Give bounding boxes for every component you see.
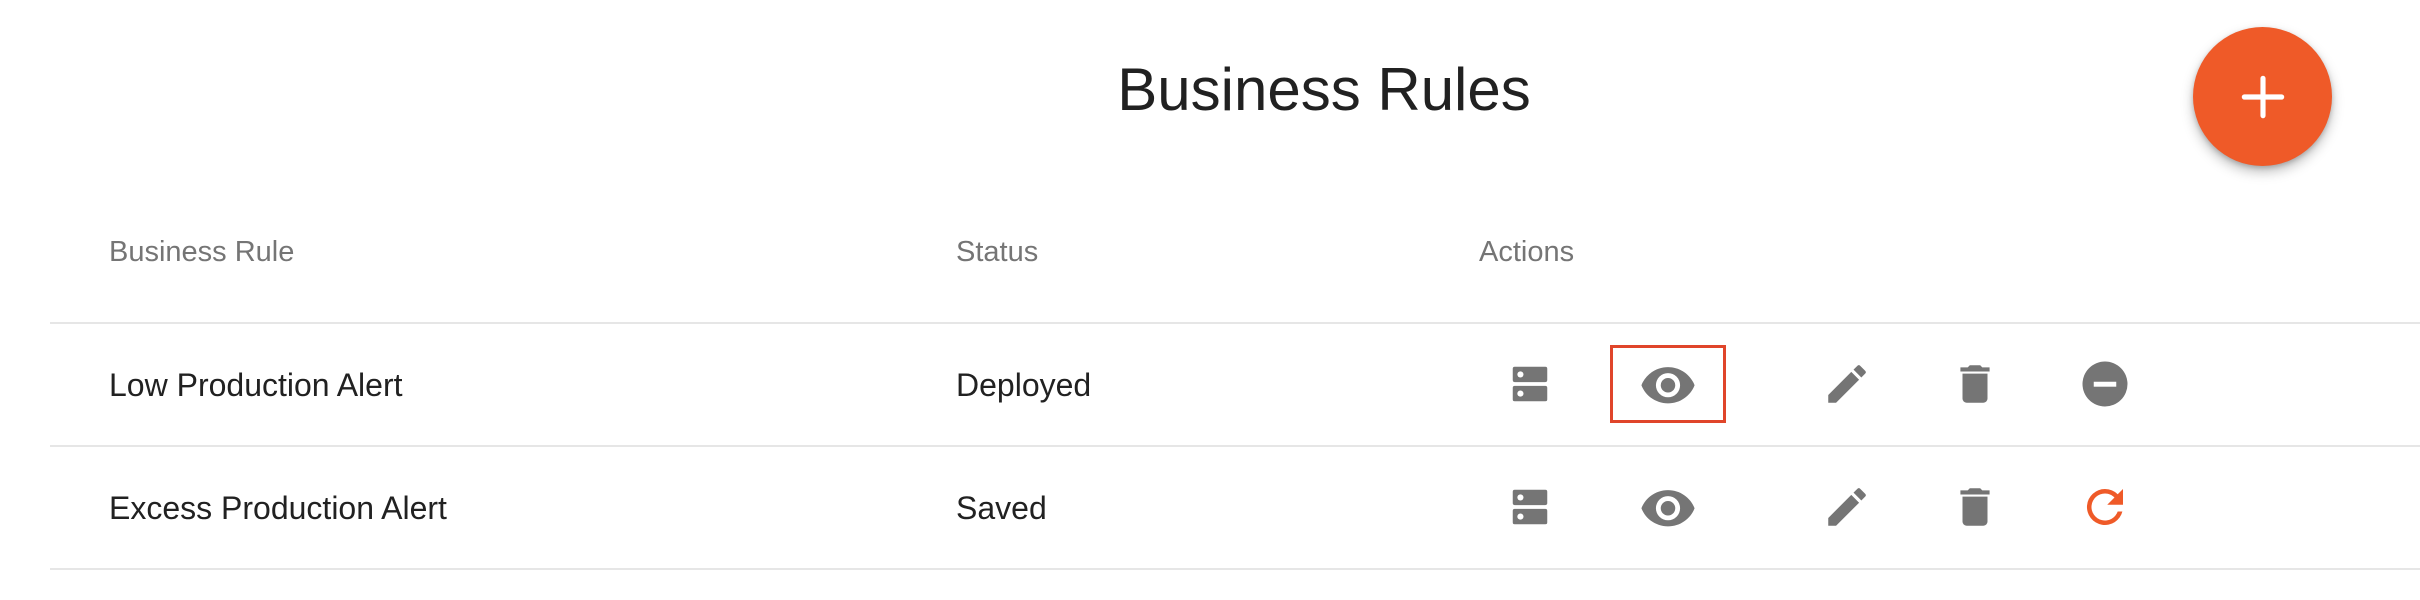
column-header-status: Status [956, 236, 1039, 268]
plus-icon [2241, 75, 2284, 118]
server-icon [1512, 366, 1548, 402]
edit-rule-button[interactable] [1808, 345, 1886, 423]
edit-icon [1828, 488, 1866, 526]
rule-status: Saved [956, 490, 1047, 526]
add-business-rule-button[interactable] [2193, 27, 2332, 166]
eye-icon [1641, 367, 1695, 404]
delete-rule-button[interactable] [1936, 345, 2014, 423]
eye-icon [1641, 490, 1695, 527]
business-rules-page: Business Rules Business Rule Status Acti… [0, 0, 2420, 600]
redeploy-rule-button[interactable] [2066, 468, 2144, 546]
server-icon [1512, 489, 1548, 525]
delete-icon [1960, 365, 1990, 403]
column-header-business-rule: Business Rule [109, 236, 295, 268]
rule-name: Low Production Alert [109, 367, 403, 403]
table-row: Low Production Alert Deployed [50, 324, 2420, 447]
redeploy-icon [2086, 488, 2123, 525]
delete-icon [1960, 488, 1990, 526]
view-rule-button[interactable] [1610, 345, 1726, 423]
rule-status: Deployed [956, 367, 1092, 403]
undeploy-icon [2082, 361, 2128, 407]
table-row: Excess Production Alert Saved [50, 447, 2420, 570]
page-title: Business Rules [1117, 56, 1531, 123]
view-rule-button[interactable] [1629, 468, 1707, 546]
view-deployment-info-button[interactable] [1491, 468, 1569, 546]
edit-rule-button[interactable] [1808, 468, 1886, 546]
delete-rule-button[interactable] [1936, 468, 2014, 546]
undeploy-rule-button[interactable] [2066, 345, 2144, 423]
view-deployment-info-button[interactable] [1491, 345, 1569, 423]
column-header-actions: Actions [1479, 236, 1575, 268]
rule-name: Excess Production Alert [109, 490, 447, 526]
table-header-row: Business Rule Status Actions [50, 200, 2420, 324]
edit-icon [1828, 365, 1866, 403]
